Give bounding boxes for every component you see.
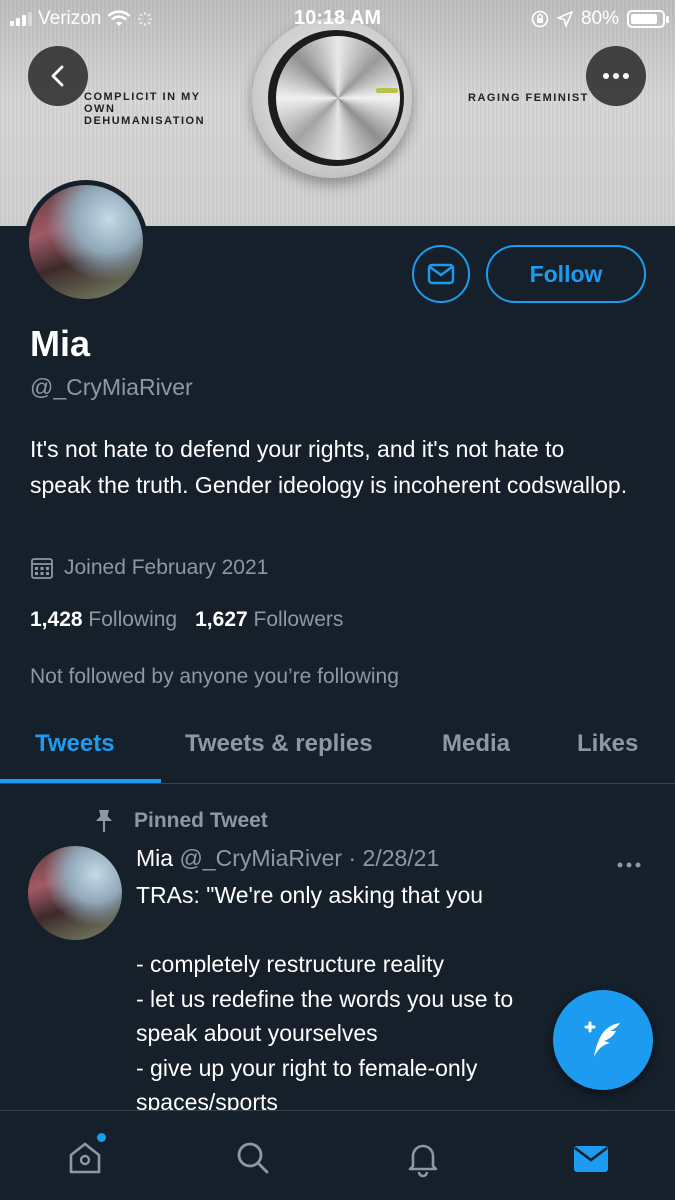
following-link[interactable]: 1,428 Following xyxy=(30,608,177,632)
compose-feather-icon xyxy=(584,1021,620,1057)
bell-icon xyxy=(408,1144,438,1178)
following-count: 1,428 xyxy=(30,608,83,631)
tweet-line xyxy=(136,913,656,948)
profile-bio: It's not hate to defend your rights, and… xyxy=(30,436,628,498)
joined-label: Joined February 2021 xyxy=(64,556,269,579)
envelope-icon xyxy=(427,263,455,285)
followers-count: 1,627 xyxy=(195,608,248,631)
mail-icon xyxy=(574,1146,608,1172)
profile-tabs: Tweets Tweets & replies Media Likes xyxy=(0,712,675,784)
chevron-left-icon xyxy=(51,65,64,87)
back-button[interactable] xyxy=(28,46,88,106)
message-button[interactable] xyxy=(412,245,470,303)
tab-likes[interactable]: Likes xyxy=(577,730,638,758)
tweet-meta: @_CryMiaRiver · 2/28/21 xyxy=(179,845,440,871)
nav-search[interactable] xyxy=(228,1133,278,1183)
tweet-line: - completely restructure reality xyxy=(136,951,445,977)
active-tab-indicator xyxy=(0,779,161,783)
pinned-text: Pinned Tweet xyxy=(134,809,268,832)
search-icon xyxy=(237,1142,269,1174)
banner-knob-indicator xyxy=(376,88,398,93)
pinned-tweet-label: Pinned Tweet xyxy=(92,808,268,834)
profile-name: Mia xyxy=(30,323,91,364)
profile-handle: @_CryMiaRiver xyxy=(30,374,193,400)
calendar-icon xyxy=(31,558,53,579)
more-options-button[interactable] xyxy=(586,46,646,106)
status-right: 80% xyxy=(531,8,669,30)
not-followed-notice: Not followed by anyone you’re following xyxy=(30,665,399,688)
follow-button[interactable]: Follow xyxy=(486,245,646,303)
banner-right-text: RAGING FEMINIST xyxy=(468,92,589,104)
tab-media[interactable]: Media xyxy=(442,730,510,758)
pin-icon xyxy=(96,810,112,832)
tweet-avatar[interactable] xyxy=(28,846,122,940)
tweet-more-button[interactable] xyxy=(616,849,642,875)
ellipsis-icon xyxy=(603,73,629,79)
tweet-author[interactable]: Mia xyxy=(136,845,173,871)
joined-date: Joined February 2021 xyxy=(30,556,268,580)
location-icon xyxy=(556,11,573,27)
tweet-header: Mia @_CryMiaRiver · 2/28/21 xyxy=(136,845,439,872)
home-notification-dot xyxy=(97,1133,106,1142)
compose-tweet-button[interactable] xyxy=(553,990,653,1090)
status-bar: Verizon 10:18 AM 80% xyxy=(0,0,675,38)
tweet-line: TRAs: "We're only asking that you xyxy=(136,882,484,908)
bottom-navigation xyxy=(0,1110,675,1200)
follow-counts: 1,428 Following 1,627 Followers xyxy=(30,608,343,632)
nav-notifications[interactable] xyxy=(398,1133,448,1183)
banner-knob xyxy=(276,36,400,160)
followers-link[interactable]: 1,627 Followers xyxy=(195,608,343,632)
battery-icon xyxy=(627,10,669,28)
tab-tweets[interactable]: Tweets xyxy=(35,730,115,758)
followers-label: Followers xyxy=(253,608,344,631)
battery-percent: 80% xyxy=(580,8,619,29)
banner-left-text: COMPLICIT IN MY OWN DEHUMANISATION xyxy=(84,91,206,127)
orientation-lock-icon xyxy=(531,10,549,28)
ellipsis-icon xyxy=(617,862,641,868)
nav-home[interactable] xyxy=(60,1133,110,1183)
profile-avatar[interactable] xyxy=(24,180,148,304)
tab-tweets-replies[interactable]: Tweets & replies xyxy=(185,730,373,758)
nav-messages[interactable] xyxy=(566,1133,616,1183)
home-icon xyxy=(69,1142,101,1174)
following-label: Following xyxy=(88,608,178,631)
